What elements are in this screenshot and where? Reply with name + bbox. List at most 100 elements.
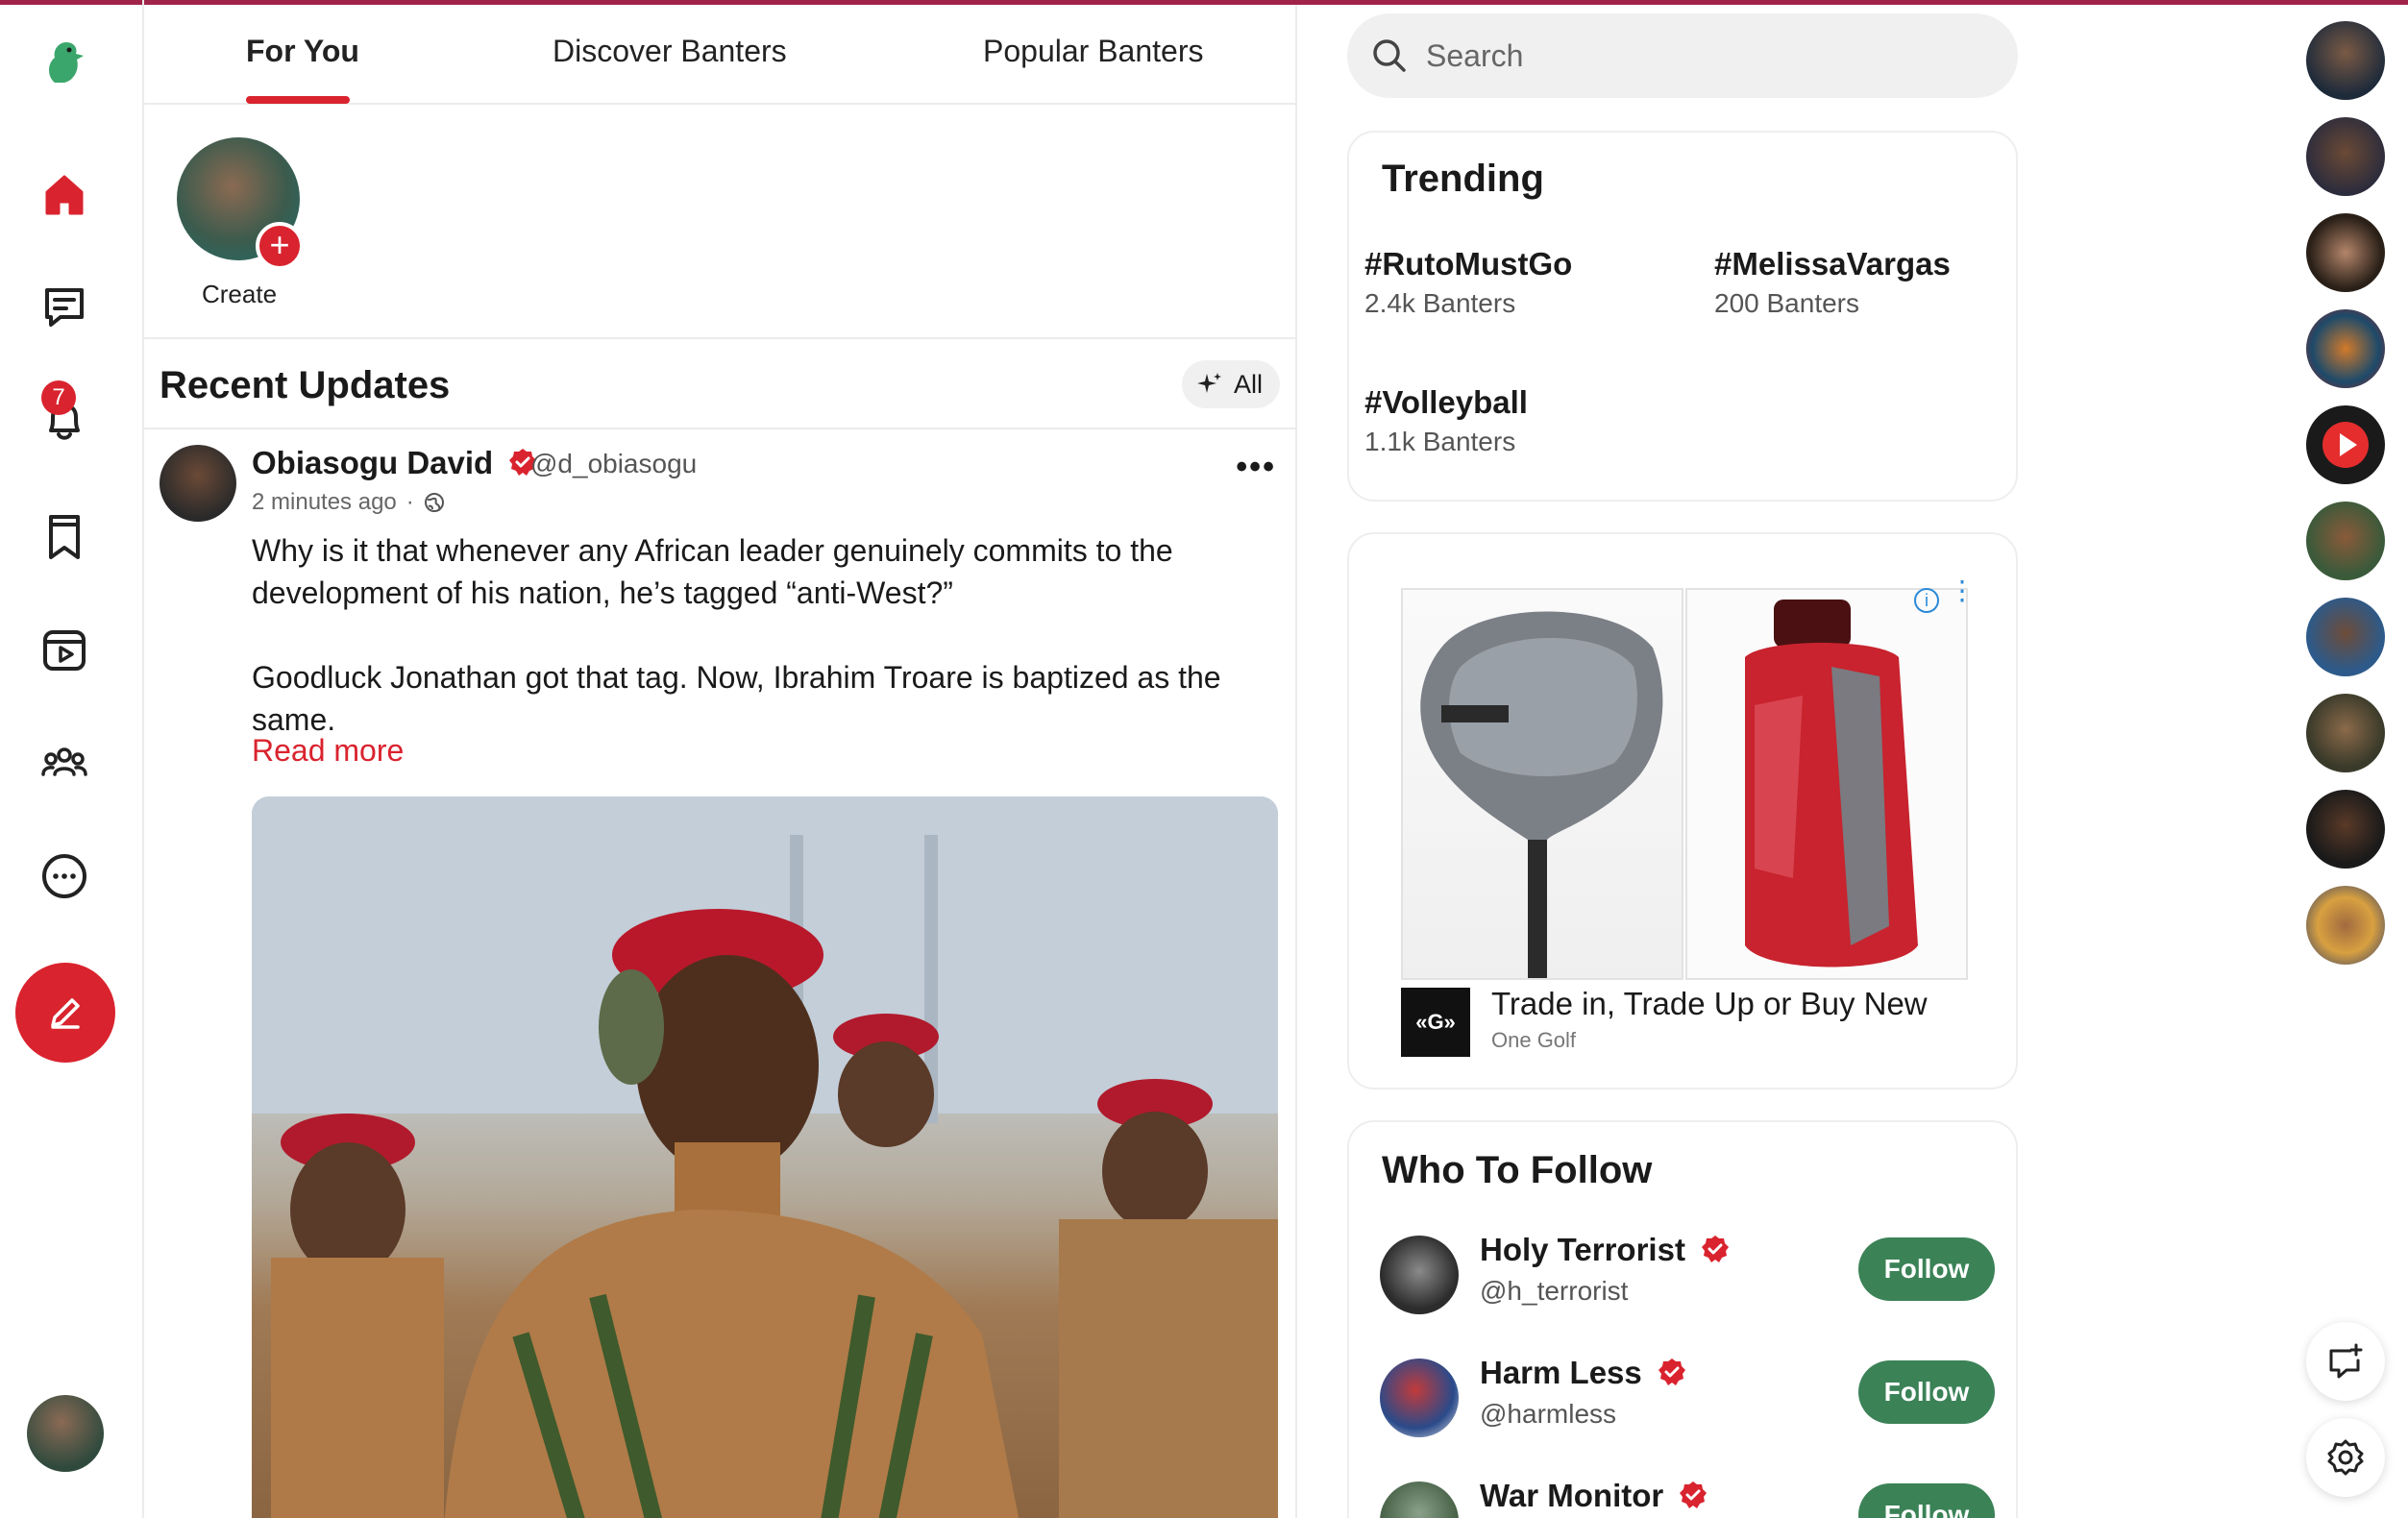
- post-body: Why is it that whenever any African lead…: [252, 529, 1280, 783]
- suggestion-name[interactable]: War Monitor: [1480, 1478, 1708, 1514]
- suggestion-name[interactable]: Harm Less: [1480, 1355, 1687, 1391]
- more-icon[interactable]: [32, 844, 97, 909]
- suggestion-name-text: Harm Less: [1480, 1355, 1642, 1390]
- recent-updates-header: Recent Updates All: [144, 339, 1297, 429]
- settings-icon: [2327, 1439, 2364, 1476]
- chat-icon[interactable]: [32, 275, 97, 340]
- sparkle-icon: [1196, 373, 1221, 393]
- trend-tag: #MelissaVargas: [1714, 246, 1951, 282]
- suggestion-avatar[interactable]: [1380, 1481, 1459, 1518]
- tab-discover-banters[interactable]: Discover Banters: [553, 34, 787, 69]
- follow-suggestion: War Monitor Follow: [1380, 1478, 1995, 1518]
- community-icon[interactable]: [32, 730, 97, 796]
- online-user-avatar[interactable]: [2306, 502, 2385, 580]
- verified-icon: [1680, 1481, 1708, 1508]
- who-to-follow-card: Who To Follow Holy Terrorist @h_terroris…: [1347, 1120, 2018, 1518]
- filter-all-label: All: [1233, 369, 1263, 399]
- suggestion-handle: @h_terrorist: [1480, 1276, 1629, 1306]
- ad-title[interactable]: Trade in, Trade Up or Buy New: [1491, 986, 1928, 1022]
- globe-icon: [424, 493, 444, 512]
- post-author-handle[interactable]: @d_obiasogu: [530, 449, 697, 479]
- trend-count: 200 Banters: [1714, 288, 1859, 318]
- trend-count: 1.1k Banters: [1364, 427, 1516, 456]
- post-author-name[interactable]: Obiasogu David: [252, 445, 538, 481]
- trend-tag: #RutoMustGo: [1364, 246, 1573, 282]
- add-story-icon[interactable]: +: [256, 222, 304, 270]
- post-paragraph: Why is it that whenever any African lead…: [252, 533, 1173, 610]
- post-image[interactable]: [252, 796, 1278, 1518]
- suggestion-name[interactable]: Holy Terrorist: [1480, 1232, 1731, 1268]
- bookmark-icon[interactable]: [32, 503, 97, 569]
- new-message-button[interactable]: [2306, 1322, 2385, 1401]
- online-user-avatar[interactable]: [2306, 213, 2385, 292]
- new-chat-icon: [2329, 1343, 2363, 1379]
- trend-count: 2.4k Banters: [1364, 288, 1516, 318]
- ad-advertiser: One Golf: [1491, 1028, 1577, 1052]
- home-icon[interactable]: [32, 161, 97, 227]
- edit-icon: [51, 998, 80, 1029]
- online-user-avatar[interactable]: [2306, 405, 2385, 484]
- search-icon: [1373, 39, 1406, 72]
- trending-card: Trending #RutoMustGo 2.4k Banters #Melis…: [1347, 131, 2018, 502]
- online-user-avatar[interactable]: [2306, 309, 2385, 388]
- online-user-avatar[interactable]: [2306, 598, 2385, 676]
- ad-info-icon[interactable]: i: [1914, 588, 1939, 613]
- follow-button[interactable]: Follow: [1858, 1360, 1995, 1424]
- follow-suggestion: Harm Less @harmless Follow: [1380, 1355, 1995, 1441]
- notifications-bell[interactable]: 7: [32, 380, 97, 453]
- suggestion-name-text: Holy Terrorist: [1480, 1232, 1685, 1267]
- post-card: Obiasogu David @d_obiasogu ••• 2 minutes…: [144, 429, 1297, 1518]
- verified-icon: [1702, 1236, 1730, 1262]
- post-author-avatar[interactable]: [160, 445, 236, 522]
- left-sidebar: 7: [0, 0, 144, 1518]
- ad-image-bag[interactable]: [1685, 588, 1968, 980]
- follow-button[interactable]: Follow: [1858, 1237, 1995, 1301]
- feed-column: For You Discover Banters Popular Banters…: [144, 5, 1297, 1518]
- recent-updates-title: Recent Updates: [160, 364, 451, 406]
- post-author-name-text: Obiasogu David: [252, 445, 494, 480]
- advertiser-logo: «G»: [1401, 988, 1470, 1057]
- post-meta: 2 minutes ago ·: [252, 489, 445, 516]
- tab-popular-banters[interactable]: Popular Banters: [983, 34, 1203, 69]
- verified-icon: [1658, 1359, 1685, 1385]
- trending-title: Trending: [1382, 158, 1544, 200]
- suggestion-avatar[interactable]: [1380, 1359, 1459, 1437]
- suggestion-handle: @harmless: [1480, 1399, 1617, 1429]
- online-user-avatar[interactable]: [2306, 790, 2385, 869]
- golf-club-illustration: [1420, 611, 1663, 978]
- ad-menu-icon[interactable]: ⋮: [1949, 577, 1976, 604]
- online-user-avatar[interactable]: [2306, 117, 2385, 196]
- search-input[interactable]: [1426, 37, 1964, 74]
- post-timestamp: 2 minutes ago: [252, 489, 397, 515]
- follow-suggestion: Holy Terrorist @h_terrorist Follow: [1380, 1232, 1995, 1318]
- golf-bag-illustration: [1745, 600, 1918, 967]
- logo-icon[interactable]: [32, 29, 97, 94]
- ad-card[interactable]: i ⋮ «G» Trade in, Trade Up or Buy New On…: [1347, 532, 2018, 1090]
- video-icon[interactable]: [32, 617, 97, 682]
- feed-tabs: For You Discover Banters Popular Banters: [144, 5, 1297, 105]
- trend-item[interactable]: #Volleyball 1.1k Banters: [1364, 384, 1528, 457]
- trend-item[interactable]: #MelissaVargas 200 Banters: [1714, 246, 1951, 319]
- read-more-link[interactable]: Read more: [252, 733, 404, 769]
- suggestion-avatar[interactable]: [1380, 1236, 1459, 1314]
- online-user-avatar[interactable]: [2306, 21, 2385, 100]
- online-user-avatar[interactable]: [2306, 694, 2385, 772]
- trend-tag: #Volleyball: [1364, 384, 1528, 420]
- play-icon: [2322, 422, 2369, 468]
- post-options-button[interactable]: •••: [1236, 449, 1276, 486]
- online-user-avatar[interactable]: [2306, 886, 2385, 965]
- profile-avatar[interactable]: [27, 1395, 104, 1472]
- filter-all-button[interactable]: All: [1181, 360, 1280, 408]
- compose-button[interactable]: [15, 963, 115, 1063]
- active-tab-indicator: [246, 96, 350, 104]
- trend-item[interactable]: #RutoMustGo 2.4k Banters: [1364, 246, 1572, 319]
- follow-button[interactable]: Follow: [1858, 1483, 1995, 1518]
- who-to-follow-title: Who To Follow: [1382, 1149, 1653, 1191]
- suggestion-name-text: War Monitor: [1480, 1478, 1664, 1513]
- ad-image-wedge[interactable]: [1401, 588, 1683, 980]
- search-bar[interactable]: [1347, 13, 2018, 98]
- meta-separator: ·: [405, 489, 414, 515]
- tab-for-you[interactable]: For You: [246, 34, 359, 69]
- post-paragraph: Goodluck Jonathan got that tag. Now, Ibr…: [252, 660, 1221, 737]
- settings-button[interactable]: [2306, 1418, 2385, 1497]
